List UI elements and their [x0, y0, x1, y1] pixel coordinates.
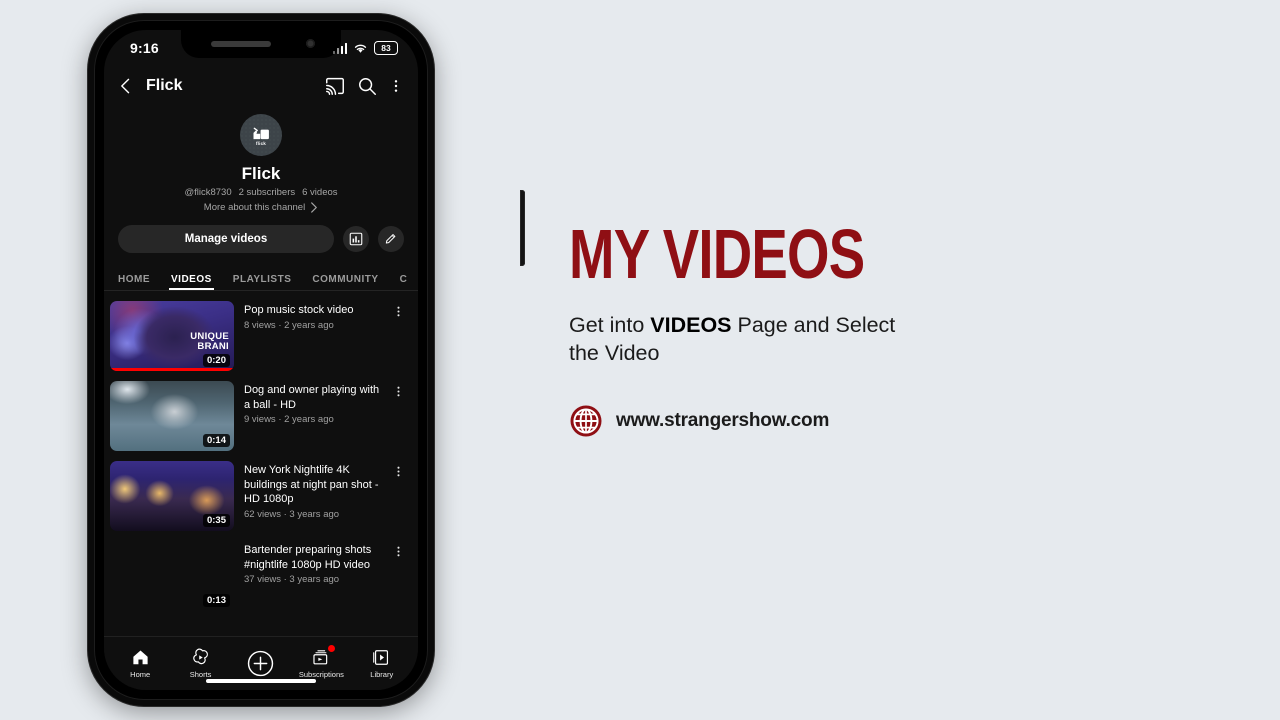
tab-home[interactable]: HOME	[118, 274, 150, 290]
signal-bars-icon	[332, 43, 347, 54]
nav-item-subscriptions[interactable]: Subscriptions	[294, 641, 348, 679]
more-vertical-icon[interactable]	[388, 75, 404, 97]
analytics-button[interactable]	[343, 226, 369, 252]
phone-device-frame: 9:16 83 Flick flick Flick @flick8730 2 s…	[88, 14, 525, 706]
nav-item-shorts[interactable]: Shorts	[174, 641, 228, 679]
more-about-channel-label: More about this channel	[203, 202, 306, 213]
video-title: Bartender preparing shots #nightlife 108…	[244, 544, 372, 571]
video-overflow-menu-icon[interactable]	[392, 461, 406, 484]
channel-video-count: 6 videos	[302, 187, 338, 198]
search-icon[interactable]	[356, 75, 378, 97]
flick-logo-icon	[253, 127, 269, 140]
channel-handle: @flick8730	[184, 187, 232, 198]
video-thumbnail[interactable]: 0:13	[110, 541, 234, 611]
channel-name: Flick	[241, 164, 281, 183]
video-duration-badge: 0:13	[202, 594, 230, 607]
tab-videos[interactable]: VIDEOS	[169, 274, 214, 290]
channel-action-row: Manage videos	[104, 225, 418, 253]
video-row[interactable]: UNIQUE BRANI 0:20 Pop music stock video 8 vi…	[104, 297, 418, 377]
video-thumbnail[interactable]: 0:35	[110, 461, 234, 531]
channel-tabs: HOME VIDEOS PLAYLISTS COMMUNITY C	[104, 266, 418, 291]
power-button[interactable]	[520, 190, 525, 266]
channel-info-section: flick Flick @flick8730 2 subscribers 6 v…	[104, 106, 418, 213]
tab-c[interactable]: C	[400, 274, 408, 290]
status-bar: 9:16 83	[104, 30, 418, 66]
video-thumbnail[interactable]: UNIQUE BRANI 0:20	[110, 301, 234, 371]
video-row[interactable]: 0:13 Bartender preparing shots #nightlife…	[104, 537, 418, 617]
nav-label-library: Library	[370, 669, 394, 679]
video-overflow-menu-icon[interactable]	[392, 381, 406, 404]
instruction-text-before: Get into	[569, 313, 651, 337]
video-duration-badge: 0:35	[202, 514, 230, 527]
chevron-right-icon	[311, 202, 318, 213]
page-title: MY VIDEOS	[569, 215, 865, 293]
video-meta: Dog and owner playing with a ball - HD 9 …	[244, 381, 382, 425]
video-overflow-menu-icon[interactable]	[392, 541, 406, 564]
avatar-logo-text: flick	[255, 141, 266, 146]
tab-playlists[interactable]: PLAYLISTS	[233, 274, 292, 290]
video-meta: Bartender preparing shots #nightlife 108…	[244, 541, 382, 585]
video-thumbnail[interactable]: 0:14	[110, 381, 234, 451]
thumbnail-overlay-line2: BRANI	[197, 340, 229, 352]
video-progress-bar	[110, 368, 234, 371]
right-content-panel: MY VIDEOS Get into VIDEOS Page and Selec…	[569, 0, 1209, 720]
globe-icon	[570, 405, 602, 437]
video-row[interactable]: 0:35 New York Nightlife 4K buildings at n…	[104, 457, 418, 537]
channel-meta: @flick8730 2 subscribers 6 videos	[184, 187, 337, 198]
shorts-icon	[193, 648, 209, 664]
more-about-channel-link[interactable]: More about this channel	[204, 202, 318, 213]
manage-videos-button[interactable]: Manage videos	[118, 225, 334, 253]
nav-item-create[interactable]	[234, 643, 288, 677]
video-row[interactable]: 0:14 Dog and owner playing with a ball - …	[104, 377, 418, 457]
app-header: Flick	[104, 66, 418, 106]
bottom-navigation-bar: Home Shorts Subscriptions Library	[104, 636, 418, 690]
status-bar-icons: 83	[332, 41, 398, 55]
website-url-row[interactable]: www.strangershow.com	[569, 404, 829, 438]
video-stats: 8 views · 2 years ago	[244, 319, 334, 331]
cast-icon[interactable]	[324, 75, 346, 97]
back-chevron-icon[interactable]	[116, 76, 136, 96]
nav-item-home[interactable]: Home	[113, 641, 167, 679]
create-plus-icon	[248, 650, 274, 676]
subscriptions-badge-dot	[328, 644, 336, 652]
video-duration-badge: 0:20	[202, 354, 230, 367]
nav-label-shorts: Shorts	[189, 669, 212, 679]
channel-avatar[interactable]: flick	[240, 114, 282, 156]
battery-icon: 83	[374, 41, 398, 55]
video-duration-badge: 0:14	[202, 434, 230, 447]
home-indicator[interactable]	[206, 678, 316, 683]
video-title: New York Nightlife 4K buildings at night…	[244, 464, 379, 506]
video-title: Pop music stock video	[244, 304, 354, 316]
video-meta: New York Nightlife 4K buildings at night…	[244, 461, 382, 520]
instruction-text: Get into VIDEOS Page and Select the Vide…	[569, 311, 909, 368]
video-stats: 37 views · 3 years ago	[244, 574, 340, 586]
nav-label-subscriptions: Subscriptions	[298, 669, 344, 679]
wifi-icon	[354, 44, 367, 53]
website-url: www.strangershow.com	[616, 410, 830, 431]
tab-community[interactable]: COMMUNITY	[312, 274, 378, 290]
video-title: Dog and owner playing with a ball - HD	[244, 384, 380, 411]
nav-label-home: Home	[130, 669, 151, 679]
pencil-edit-icon	[385, 234, 396, 244]
video-stats: 62 views · 3 years ago	[244, 508, 340, 520]
thumbnail-overlay-text: UNIQUE BRANI	[190, 331, 229, 353]
video-list: UNIQUE BRANI 0:20 Pop music stock video 8 vi…	[104, 291, 418, 617]
library-icon	[373, 649, 389, 665]
edit-channel-button[interactable]	[378, 226, 404, 252]
video-overflow-menu-icon[interactable]	[392, 301, 406, 324]
status-bar-time: 9:16	[130, 40, 159, 56]
phone-screen: 9:16 83 Flick flick Flick @flick8730 2 s…	[104, 30, 418, 690]
header-channel-title: Flick	[146, 77, 183, 94]
nav-item-library[interactable]: Library	[355, 641, 409, 679]
video-stats: 9 views · 2 years ago	[244, 414, 334, 426]
channel-subscribers: 2 subscribers	[238, 187, 296, 198]
home-icon	[133, 650, 148, 664]
instruction-text-highlight: VIDEOS	[650, 313, 732, 337]
video-meta: Pop music stock video 8 views · 2 years a…	[244, 301, 382, 331]
analytics-bar-chart-icon	[349, 232, 363, 246]
